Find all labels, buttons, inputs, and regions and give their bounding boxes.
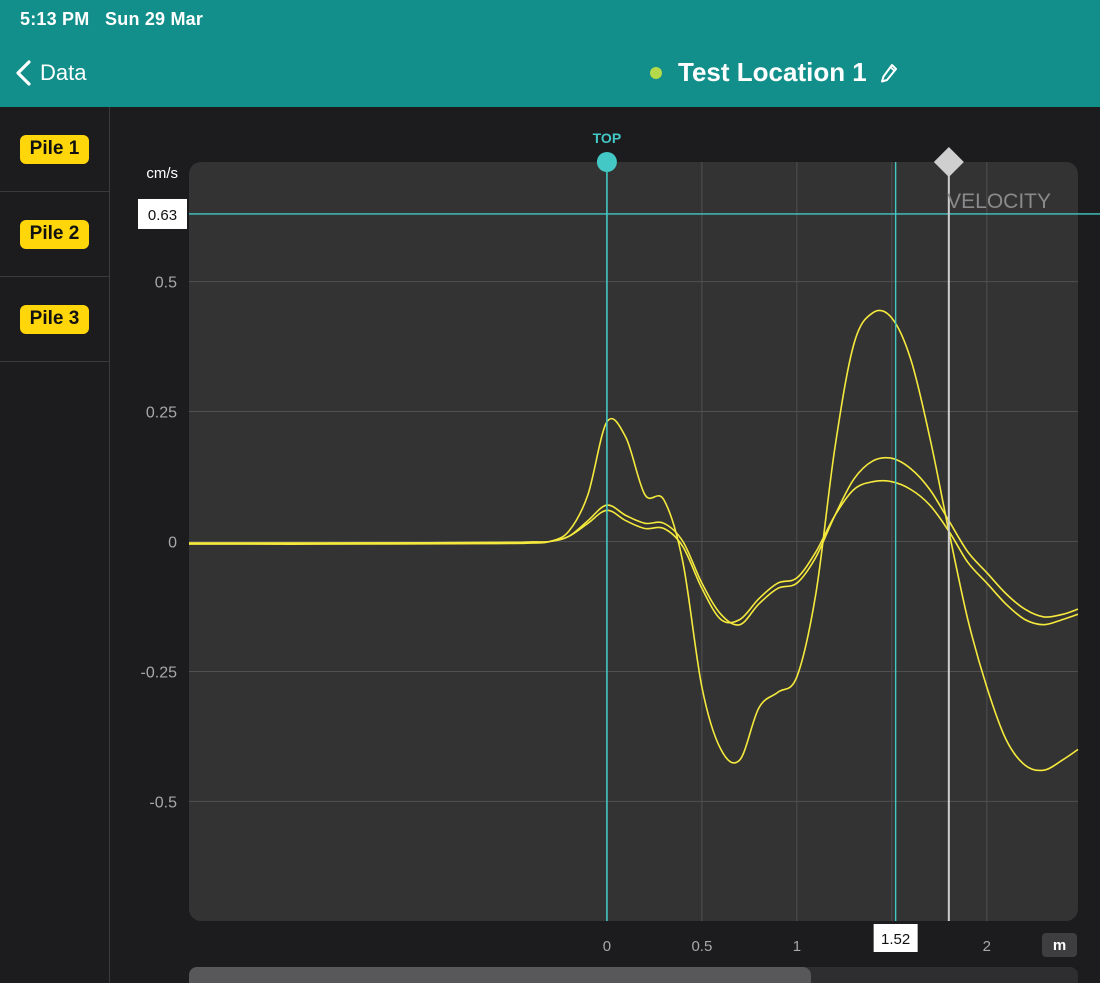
y-tick-label: -0.5 (149, 794, 177, 811)
x-axis-unit: m (1053, 937, 1066, 954)
top-cursor-handle[interactable] (596, 152, 617, 172)
top-cursor-label: TOP (593, 130, 622, 146)
y-tick-labels: 0.5 0.25 0 -0.25 -0.5 (141, 275, 178, 812)
x-unit-badge[interactable]: m (1042, 933, 1077, 957)
velocity-chart[interactable]: 0.63 TOP 1.52 VELOCITY cm/s 0.5 0.25 0 -0.25 -… (0, 0, 1100, 983)
y-tick-label: 0.25 (146, 405, 177, 422)
x-tick-labels: 0 0.5 1 2 (603, 938, 991, 955)
y-axis-unit: cm/s (146, 165, 178, 182)
y-tick-label: 0.5 (155, 275, 177, 292)
x-tick-label: 1 (793, 938, 801, 955)
x-tick-label: 2 (983, 938, 991, 955)
y-readout-value: 0.63 (148, 207, 177, 224)
y-tick-label: 0 (168, 535, 177, 552)
chart-title: VELOCITY (947, 190, 1051, 213)
x-tick-label: 0 (603, 938, 611, 955)
x-readout-value: 1.52 (881, 931, 910, 948)
y-tick-label: -0.25 (141, 664, 178, 681)
x-tick-label: 0.5 (691, 938, 712, 955)
scroll-thumb[interactable] (189, 967, 811, 983)
